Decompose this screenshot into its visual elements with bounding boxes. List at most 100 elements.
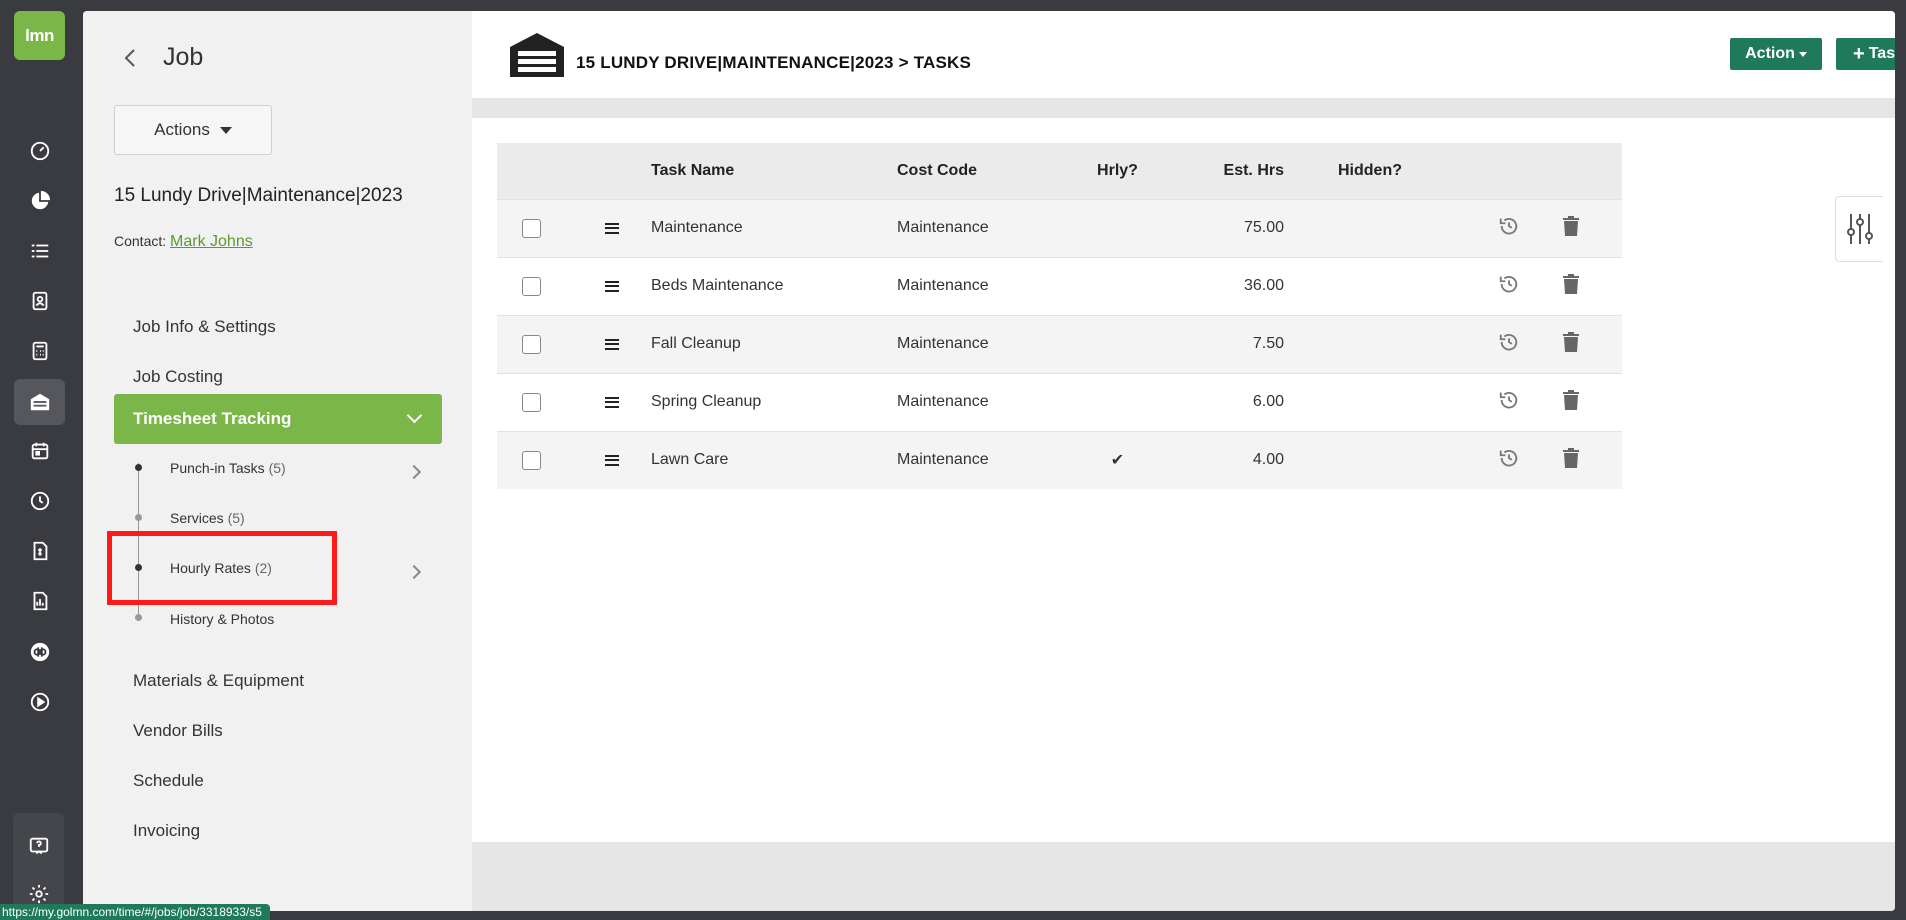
col-hrly[interactable]: Hrly? xyxy=(1057,143,1178,199)
play-icon[interactable] xyxy=(14,679,65,725)
garage-icon xyxy=(508,31,566,82)
est-hrs: 4.00 xyxy=(1178,430,1284,489)
clock-icon[interactable] xyxy=(14,478,65,524)
hrly-check xyxy=(1057,372,1178,431)
nav-job-costing[interactable]: Job Costing xyxy=(133,367,223,387)
est-hrs: 36.00 xyxy=(1178,256,1284,315)
main-frame: Job Actions 15 Lundy Drive|Maintenance|2… xyxy=(83,11,1895,911)
pie-chart-icon[interactable] xyxy=(14,178,65,224)
hrly-check xyxy=(1057,256,1178,315)
caret-down-icon xyxy=(1798,51,1807,57)
invoice-icon[interactable] xyxy=(14,528,65,574)
sub-nav-dot xyxy=(135,614,142,621)
footer-band xyxy=(472,842,1895,911)
back-chevron-icon[interactable] xyxy=(123,47,137,76)
nav-invoicing[interactable]: Invoicing xyxy=(133,821,200,841)
status-bar-url: https://my.golmn.com/time/#/jobs/job/331… xyxy=(0,904,270,920)
tasks-table: Task Name Cost Code Hrly? Est. Hrs Hidde… xyxy=(497,143,1622,489)
task-name: Maintenance xyxy=(651,198,897,257)
header-divider xyxy=(472,98,1895,118)
nav-materials-equipment[interactable]: Materials & Equipment xyxy=(133,671,304,691)
chevron-right-icon[interactable] xyxy=(406,464,422,480)
help-settings-group xyxy=(13,813,64,913)
chevron-down-icon xyxy=(406,407,423,424)
table-row: Lawn Care Maintenance ✔ 4.00 xyxy=(497,430,1622,489)
row-checkbox[interactable] xyxy=(522,450,541,470)
dashboard-icon[interactable] xyxy=(14,128,65,174)
trash-icon[interactable] xyxy=(1561,447,1581,473)
col-est-hrs[interactable]: Est. Hrs xyxy=(1178,143,1284,199)
cost-code: Maintenance xyxy=(897,198,1057,257)
hrly-check: ✔ xyxy=(1057,430,1178,489)
sub-nav-dot xyxy=(135,464,142,471)
job-name: 15 Lundy Drive|Maintenance|2023 xyxy=(114,185,403,206)
col-task-name[interactable]: Task Name xyxy=(651,143,897,199)
nav-vendor-bills[interactable]: Vendor Bills xyxy=(133,721,223,741)
sub-nav-services[interactable]: Services (5) xyxy=(170,510,245,526)
est-hrs: 7.50 xyxy=(1178,314,1284,373)
sub-nav-history-photos[interactable]: History & Photos xyxy=(170,611,274,627)
task-name: Spring Cleanup xyxy=(651,372,897,431)
job-sidebar: Job Actions 15 Lundy Drive|Maintenance|2… xyxy=(83,11,472,911)
filter-sliders-icon[interactable] xyxy=(1835,196,1883,262)
nav-timesheet-tracking[interactable]: Timesheet Tracking xyxy=(114,394,442,444)
plus-icon: + xyxy=(1853,43,1865,65)
task-name: Beds Maintenance xyxy=(651,256,897,315)
quickbooks-icon[interactable] xyxy=(14,629,65,675)
lmn-logo[interactable]: lmn xyxy=(14,11,65,60)
trash-icon[interactable] xyxy=(1561,215,1581,241)
row-checkbox[interactable] xyxy=(522,392,541,412)
row-checkbox[interactable] xyxy=(522,218,541,238)
drag-handle-icon[interactable] xyxy=(573,222,651,234)
trash-icon[interactable] xyxy=(1561,389,1581,415)
cost-code: Maintenance xyxy=(897,314,1057,373)
highlight-box xyxy=(107,531,337,605)
table-row: Maintenance Maintenance 75.00 xyxy=(497,198,1622,257)
report-icon[interactable] xyxy=(14,578,65,624)
page-breadcrumb: 15 LUNDY DRIVE|MAINTENANCE|2023 > TASKS xyxy=(576,53,972,72)
table-header-row: Task Name Cost Code Hrly? Est. Hrs Hidde… xyxy=(497,143,1622,199)
jobs-icon[interactable] xyxy=(14,379,65,425)
history-icon[interactable] xyxy=(1498,333,1520,357)
contact-link[interactable]: Mark Johns xyxy=(170,233,253,250)
drag-handle-icon[interactable] xyxy=(573,280,651,292)
cost-code: Maintenance xyxy=(897,256,1057,315)
sidebar-title: Job xyxy=(163,43,204,71)
task-name: Lawn Care xyxy=(651,430,897,489)
contacts-icon[interactable] xyxy=(14,278,65,324)
history-icon[interactable] xyxy=(1498,449,1520,473)
nav-job-info[interactable]: Job Info & Settings xyxy=(133,317,276,337)
chevron-right-icon[interactable] xyxy=(406,564,422,580)
table-row: Fall Cleanup Maintenance 7.50 xyxy=(497,314,1622,373)
drag-handle-icon[interactable] xyxy=(573,396,651,408)
drag-handle-icon[interactable] xyxy=(573,454,651,466)
col-cost-code[interactable]: Cost Code xyxy=(897,143,1057,199)
drag-handle-icon[interactable] xyxy=(573,338,651,350)
calculator-icon[interactable] xyxy=(14,328,65,374)
trash-icon[interactable] xyxy=(1561,273,1581,299)
table-row: Beds Maintenance Maintenance 36.00 xyxy=(497,256,1622,315)
hrly-check xyxy=(1057,198,1178,257)
row-checkbox[interactable] xyxy=(522,334,541,354)
col-hidden[interactable]: Hidden? xyxy=(1284,143,1404,199)
nav-schedule[interactable]: Schedule xyxy=(133,771,204,791)
actions-dropdown-button[interactable]: Actions xyxy=(114,105,272,155)
sub-nav-punch-in-tasks[interactable]: Punch-in Tasks (5) xyxy=(170,460,286,476)
history-icon[interactable] xyxy=(1498,391,1520,415)
history-icon[interactable] xyxy=(1498,217,1520,241)
trash-icon[interactable] xyxy=(1561,331,1581,357)
action-dropdown-button[interactable]: Action xyxy=(1730,38,1822,70)
sub-nav-dot xyxy=(135,514,142,521)
list-icon[interactable] xyxy=(14,228,65,274)
caret-down-icon xyxy=(219,126,232,134)
table-row: Spring Cleanup Maintenance 6.00 xyxy=(497,372,1622,431)
task-name: Fall Cleanup xyxy=(651,314,897,373)
row-checkbox[interactable] xyxy=(522,276,541,296)
contact-line: Contact: Mark Johns xyxy=(114,233,253,250)
hrly-check xyxy=(1057,314,1178,373)
add-task-button[interactable]: + Task xyxy=(1836,38,1895,70)
help-icon[interactable] xyxy=(13,823,64,869)
cost-code: Maintenance xyxy=(897,372,1057,431)
calendar-icon[interactable] xyxy=(14,428,65,474)
history-icon[interactable] xyxy=(1498,275,1520,299)
